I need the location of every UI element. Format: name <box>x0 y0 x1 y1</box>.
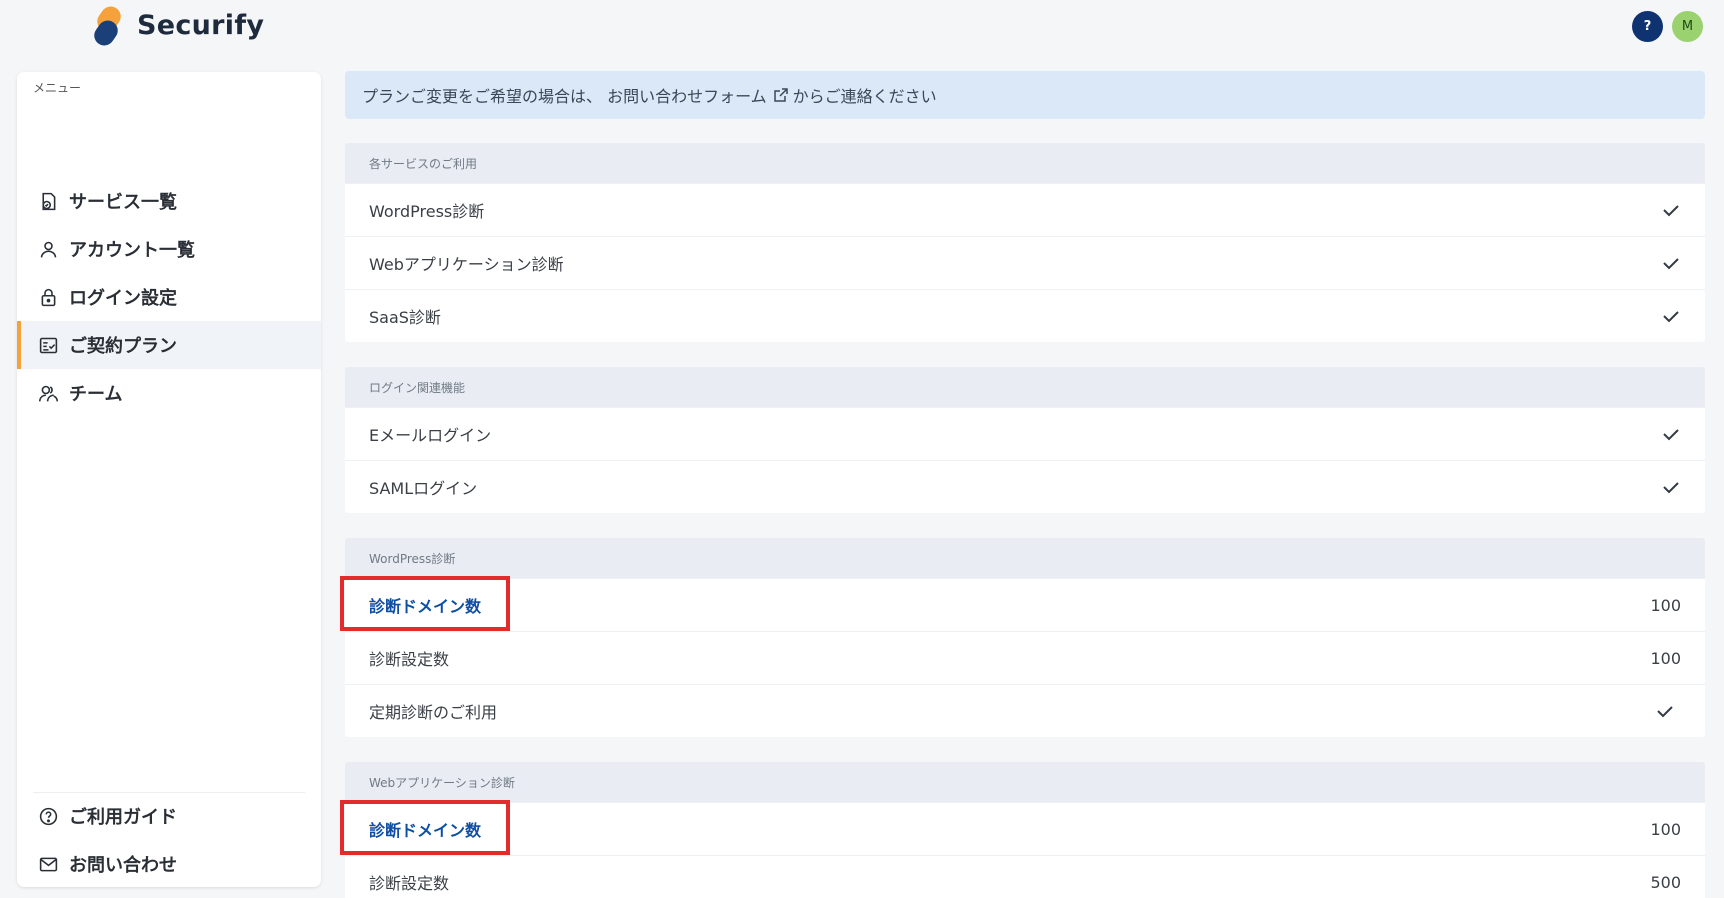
row-value: 500 <box>1650 872 1681 892</box>
table-row: SaaS診断 <box>345 289 1705 342</box>
check-icon <box>1661 477 1681 497</box>
lock-icon <box>37 286 59 308</box>
check-icon <box>1655 701 1675 721</box>
sidebar-item-user-guide[interactable]: ご利用ガイド <box>17 792 321 840</box>
help-button[interactable]: ? <box>1632 11 1663 42</box>
row-label: 定期診断のご利用 <box>369 703 498 722</box>
sidebar-item-contract-plan[interactable]: ご契約プラン <box>17 321 321 369</box>
table-row: 定期診断のご利用 <box>345 684 1705 737</box>
table-row: Eメールログイン <box>345 407 1705 460</box>
sidebar-item-label: ご利用ガイド <box>69 807 177 828</box>
row-label: 診断設定数 <box>369 874 450 893</box>
table-row: 診断設定数 100 <box>345 631 1705 684</box>
row-label: Eメールログイン <box>369 426 492 445</box>
section-login-features: ログイン関連機能 Eメールログイン SAMLログイン <box>345 367 1705 513</box>
row-label: Webアプリケーション診断 <box>369 255 564 274</box>
section-webapp-scan: Webアプリケーション診断 診断ドメイン数 100 診断設定数 500 <box>345 762 1705 898</box>
sidebar-item-login-settings[interactable]: ログイン設定 <box>17 273 321 321</box>
plan-icon <box>37 334 59 356</box>
section-wordpress-scan: WordPress診断 診断ドメイン数 100 診断設定数 100 定期診断のご… <box>345 538 1705 737</box>
row-value: 100 <box>1650 819 1681 839</box>
sidebar-item-label: サービス一覧 <box>69 192 177 213</box>
row-value: 100 <box>1650 648 1681 668</box>
row-label: WordPress診断 <box>369 202 485 221</box>
sidebar: メニュー サービス一覧 アカウント一覧 ログイン設定 ご契約プラン チーム ご利… <box>17 72 321 887</box>
top-bar: Securify ? M <box>0 0 1724 62</box>
section-title: WordPress診断 <box>345 538 1705 578</box>
check-icon <box>1661 200 1681 220</box>
sidebar-item-account-list[interactable]: アカウント一覧 <box>17 225 321 273</box>
row-label: 診断ドメイン数 <box>369 821 482 840</box>
table-row: 診断ドメイン数 100 <box>345 802 1705 855</box>
sidebar-item-label: ログイン設定 <box>69 288 177 309</box>
sidebar-item-service-list[interactable]: サービス一覧 <box>17 177 321 225</box>
table-row: Webアプリケーション診断 <box>345 236 1705 289</box>
row-label: 診断設定数 <box>369 650 450 669</box>
table-row: 診断ドメイン数 100 <box>345 578 1705 631</box>
sidebar-item-label: ご契約プラン <box>69 336 177 357</box>
mail-icon <box>37 853 59 875</box>
check-icon <box>1661 424 1681 444</box>
section-title: ログイン関連機能 <box>345 367 1705 407</box>
external-link-icon[interactable] <box>773 87 789 103</box>
notice-text: プランご変更をご希望の場合は、 お問い合わせフォーム <box>362 87 767 106</box>
securify-logo-icon[interactable] <box>92 6 124 48</box>
user-icon <box>37 238 59 260</box>
row-value: 100 <box>1650 595 1681 615</box>
sidebar-item-contact[interactable]: お問い合わせ <box>17 840 321 888</box>
row-label: SAMLログイン <box>369 479 478 498</box>
menu-title: メニュー <box>33 81 82 95</box>
table-row: WordPress診断 <box>345 183 1705 236</box>
user-avatar[interactable]: M <box>1672 11 1703 42</box>
plan-change-notice: プランご変更をご希望の場合は、 お問い合わせフォーム からご連絡ください <box>345 71 1705 119</box>
question-circle-icon <box>37 805 59 827</box>
notice-text-after: からご連絡ください <box>792 87 937 106</box>
sidebar-item-label: アカウント一覧 <box>69 240 195 261</box>
team-icon <box>37 382 59 404</box>
section-title: Webアプリケーション診断 <box>345 762 1705 802</box>
table-row: SAMLログイン <box>345 460 1705 513</box>
sidebar-item-label: お問い合わせ <box>69 855 177 876</box>
sidebar-item-label: チーム <box>69 384 123 405</box>
sidebar-item-team[interactable]: チーム <box>17 369 321 417</box>
section-title: 各サービスのご利用 <box>345 143 1705 183</box>
check-icon <box>1661 306 1681 326</box>
section-service-usage: 各サービスのご利用 WordPress診断 Webアプリケーション診断 SaaS… <box>345 143 1705 342</box>
row-label: 診断ドメイン数 <box>369 597 482 616</box>
table-row: 診断設定数 500 <box>345 855 1705 898</box>
check-icon <box>1661 253 1681 273</box>
service-list-icon <box>37 190 59 212</box>
row-label: SaaS診断 <box>369 308 441 327</box>
brand-name[interactable]: Securify <box>137 10 264 41</box>
